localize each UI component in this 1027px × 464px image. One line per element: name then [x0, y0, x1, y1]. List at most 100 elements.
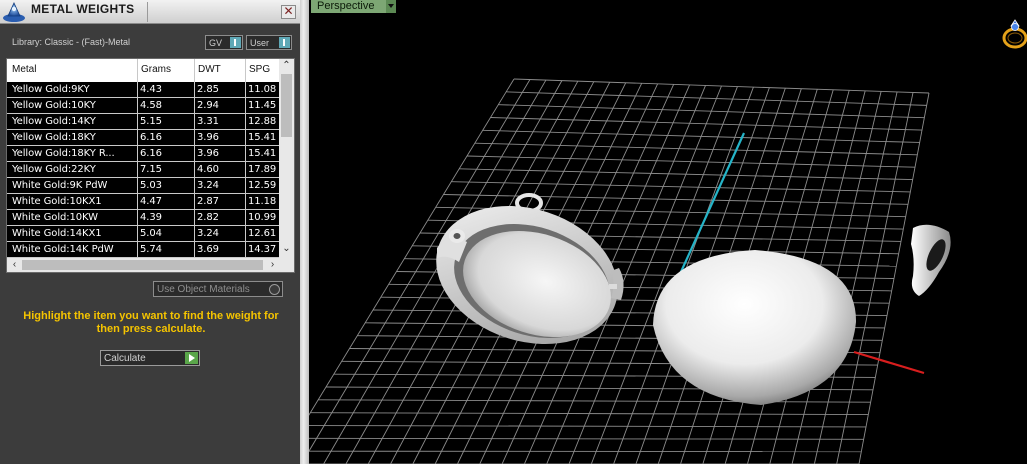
table-row[interactable]: White Gold:14KX1 5.04 3.24 12.61	[7, 226, 279, 242]
grams-cell: 5.74	[140, 244, 162, 255]
spg-cell: 12.59	[248, 180, 277, 191]
metal-cell: White Gold:10KX1	[12, 196, 102, 207]
metal-cell: Yellow Gold:18KY	[12, 132, 96, 143]
table-row[interactable]: Yellow Gold:9KY 4.43 2.85 11.08	[7, 82, 279, 98]
spg-cell: 12.61	[248, 228, 277, 239]
spg-cell: 15.41	[248, 132, 277, 143]
metal-cell: White Gold:9K PdW	[12, 180, 108, 191]
close-icon: ✕	[283, 4, 294, 18]
title-separator	[147, 2, 148, 22]
user-dropdown-label: User	[250, 38, 270, 48]
calculate-control[interactable]: Calculate	[100, 350, 200, 366]
grams-cell: 6.16	[140, 148, 162, 159]
panel-splitter[interactable]	[300, 0, 309, 464]
user-dropdown[interactable]: User	[246, 35, 292, 50]
spg-cell: 14.37	[248, 244, 277, 255]
metal-cell: White Gold:14K PdW	[12, 244, 114, 255]
grid-line	[498, 104, 925, 119]
column-header-spg[interactable]: SPG	[249, 64, 270, 75]
viewport-canvas[interactable]	[309, 0, 1027, 464]
column-divider[interactable]	[194, 59, 195, 82]
dwt-cell: 2.85	[197, 84, 219, 95]
radio-icon[interactable]	[269, 284, 280, 295]
table-row[interactable]: White Gold:10KW 4.39 2.82 10.99	[7, 210, 279, 226]
dwt-cell: 2.82	[197, 212, 219, 223]
ring-shank-model[interactable]	[911, 224, 951, 296]
perspective-viewport[interactable]: Perspective	[309, 0, 1027, 464]
table-row[interactable]: Yellow Gold:18KY R... 6.16 3.96 15.41	[7, 146, 279, 162]
table-row[interactable]: Yellow Gold:22KY 7.15 4.60 17.89	[7, 162, 279, 178]
spg-cell: 10.99	[248, 212, 277, 223]
metal-cell: White Gold:10KW	[12, 212, 98, 223]
dwt-cell: 2.87	[197, 196, 219, 207]
column-header-metal[interactable]: Metal	[12, 64, 36, 75]
column-divider	[245, 82, 246, 258]
grams-cell: 6.16	[140, 132, 162, 143]
dwt-cell: 3.69	[197, 244, 219, 255]
dwt-cell: 3.24	[197, 228, 219, 239]
grams-cell: 5.03	[140, 180, 162, 191]
grid-line	[482, 129, 920, 143]
scroll-up-icon[interactable]: ⌃	[279, 60, 294, 72]
dropdown-icon[interactable]	[230, 37, 241, 48]
table-row[interactable]: Yellow Gold:10KY 4.58 2.94 11.45	[7, 98, 279, 114]
vertical-scroll-thumb[interactable]	[281, 74, 292, 137]
dwt-cell: 3.96	[197, 132, 219, 143]
horizontal-scrollbar[interactable]: ‹ ›	[7, 258, 294, 272]
vertical-scrollbar[interactable]: ⌃ ⌄	[279, 59, 294, 258]
metal-weights-panel: METAL WEIGHTS ✕ Library: Classic - (Fast…	[0, 0, 300, 464]
x-axis-line	[853, 350, 925, 375]
table-row[interactable]: Yellow Gold:18KY 6.16 3.96 15.41	[7, 130, 279, 146]
play-arrow-icon[interactable]	[185, 352, 198, 364]
grid-line	[309, 437, 864, 440]
scroll-left-icon[interactable]: ‹	[7, 259, 22, 271]
column-header-dwt[interactable]: DWT	[198, 64, 221, 75]
table-row[interactable]: White Gold:10KX1 4.47 2.87 11.18	[7, 194, 279, 210]
use-object-materials-toggle[interactable]: Use Object Materials	[153, 281, 283, 297]
horizontal-scroll-thumb[interactable]	[22, 260, 263, 270]
scroll-down-icon[interactable]: ⌄	[279, 243, 294, 255]
instructions-text: Highlight the item you want to find the …	[23, 310, 279, 335]
table-row[interactable]: White Gold:14K PdW 5.74 3.69 14.37	[7, 242, 279, 258]
spg-cell: 15.41	[248, 148, 277, 159]
metal-weights-table[interactable]: Metal Grams DWT SPG Yellow Gold:9KY 4.43 2…	[6, 58, 295, 273]
spg-cell: 17.89	[248, 164, 277, 175]
column-divider[interactable]	[245, 59, 246, 82]
grams-cell: 4.47	[140, 196, 162, 207]
dwt-cell: 4.60	[197, 164, 219, 175]
app-logo-icon	[3, 2, 25, 22]
column-divider	[137, 82, 138, 258]
view-mode-label: Perspective	[317, 0, 375, 12]
scroll-right-icon[interactable]: ›	[265, 259, 280, 271]
grams-cell: 5.15	[140, 116, 162, 127]
dome-model[interactable]	[653, 250, 857, 405]
gv-dropdown-label: GV	[209, 38, 223, 48]
view-mode-tab[interactable]: Perspective	[311, 0, 386, 13]
grid-line	[309, 425, 867, 428]
spg-cell: 12.88	[248, 116, 277, 127]
spg-cell: 11.18	[248, 196, 277, 207]
table-row[interactable]: Yellow Gold:14KY 5.15 3.31 12.88	[7, 114, 279, 130]
dropdown-icon[interactable]	[279, 37, 290, 48]
ring-navigator-icon[interactable]	[997, 12, 1027, 52]
chevron-down-icon[interactable]	[386, 0, 396, 13]
table-row[interactable]: White Gold:9K PdW 5.03 3.24 12.59	[7, 178, 279, 194]
grams-cell: 4.43	[140, 84, 162, 95]
column-header-grams[interactable]: Grams	[141, 64, 171, 75]
grams-cell: 4.39	[140, 212, 162, 223]
metal-cell: Yellow Gold:18KY R...	[12, 148, 115, 159]
panel-title-bar[interactable]: METAL WEIGHTS ✕	[0, 0, 300, 24]
table-header: Metal Grams DWT SPG	[7, 59, 279, 82]
close-button[interactable]: ✕	[281, 5, 296, 19]
grams-cell: 7.15	[140, 164, 162, 175]
metal-cell: Yellow Gold:22KY	[12, 164, 96, 175]
gv-dropdown[interactable]: GV	[205, 35, 243, 50]
grams-cell: 4.58	[140, 100, 162, 111]
grams-cell: 5.04	[140, 228, 162, 239]
metal-cell: Yellow Gold:14KY	[12, 116, 96, 127]
library-label: Library: Classic - (Fast)-Metal	[12, 37, 131, 47]
column-divider[interactable]	[137, 59, 138, 82]
dwt-cell: 3.31	[197, 116, 219, 127]
column-divider	[194, 82, 195, 258]
metal-cell: White Gold:14KX1	[12, 228, 102, 239]
